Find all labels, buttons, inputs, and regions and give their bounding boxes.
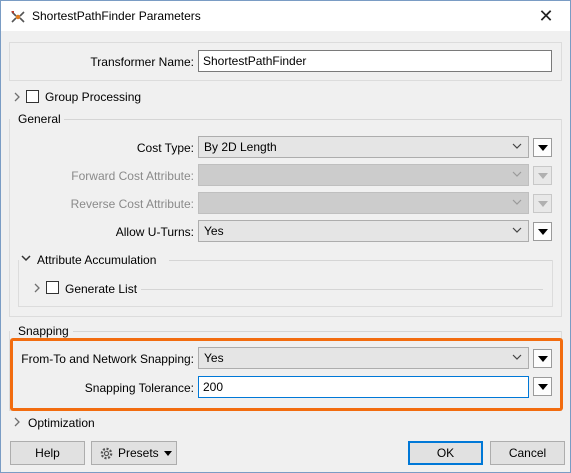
dropdown-arrow-icon	[538, 229, 548, 235]
group-processing-label: Group Processing	[45, 90, 142, 104]
close-button[interactable]: ✕	[523, 1, 569, 31]
generate-list-label: Generate List	[65, 282, 138, 296]
ok-button[interactable]: OK	[408, 441, 483, 465]
caret-down-icon	[164, 451, 172, 456]
transformer-name-label: Transformer Name:	[90, 55, 194, 69]
expand-chevron-icon[interactable]	[33, 283, 41, 293]
chevron-down-icon	[512, 199, 522, 205]
group-processing-checkbox[interactable]	[26, 90, 39, 103]
title-bar[interactable]: ShortestPathFinder Parameters ✕	[1, 1, 570, 31]
snapping-highlight-box	[10, 338, 563, 411]
generate-list-checkbox[interactable]	[46, 281, 59, 294]
allow-u-turns-label: Allow U-Turns:	[115, 225, 194, 239]
dropdown-arrow-icon	[538, 145, 548, 151]
window-title: ShortestPathFinder Parameters	[32, 9, 201, 23]
parameters-dialog: ShortestPathFinder Parameters ✕ Transfor…	[0, 0, 571, 473]
forward-cost-select[interactable]	[198, 164, 529, 186]
expand-chevron-icon[interactable]	[13, 417, 21, 427]
cost-type-label: Cost Type:	[136, 141, 194, 155]
optimization-label[interactable]: Optimization	[28, 416, 95, 430]
forward-cost-menu-button[interactable]	[533, 166, 552, 185]
presets-label: Presets	[118, 446, 159, 460]
generate-list-divider	[141, 289, 543, 290]
help-button[interactable]: Help	[10, 441, 85, 465]
forward-cost-label: Forward Cost Attribute:	[71, 169, 194, 183]
gear-icon	[100, 447, 113, 460]
close-icon: ✕	[538, 6, 554, 26]
chevron-down-icon	[512, 143, 522, 149]
cancel-button[interactable]: Cancel	[490, 441, 565, 465]
cost-type-value: By 2D Length	[204, 140, 277, 154]
allow-u-turns-select[interactable]: Yes	[198, 220, 529, 242]
dropdown-arrow-icon	[538, 201, 548, 207]
allow-u-turns-menu-button[interactable]	[533, 222, 552, 241]
transformer-name-input[interactable]: ShortestPathFinder	[198, 50, 552, 72]
presets-button[interactable]: Presets	[91, 441, 177, 465]
dropdown-arrow-icon	[538, 173, 548, 179]
reverse-cost-select[interactable]	[198, 192, 529, 214]
allow-u-turns-value: Yes	[204, 224, 224, 238]
cost-type-select[interactable]: By 2D Length	[198, 136, 529, 158]
reverse-cost-label: Reverse Cost Attribute:	[70, 197, 194, 211]
chevron-down-icon	[512, 171, 522, 177]
cost-type-menu-button[interactable]	[533, 138, 552, 157]
chevron-down-icon	[512, 227, 522, 233]
reverse-cost-menu-button[interactable]	[533, 194, 552, 213]
fme-transformer-icon	[11, 11, 25, 23]
expand-chevron-icon[interactable]	[13, 92, 21, 102]
